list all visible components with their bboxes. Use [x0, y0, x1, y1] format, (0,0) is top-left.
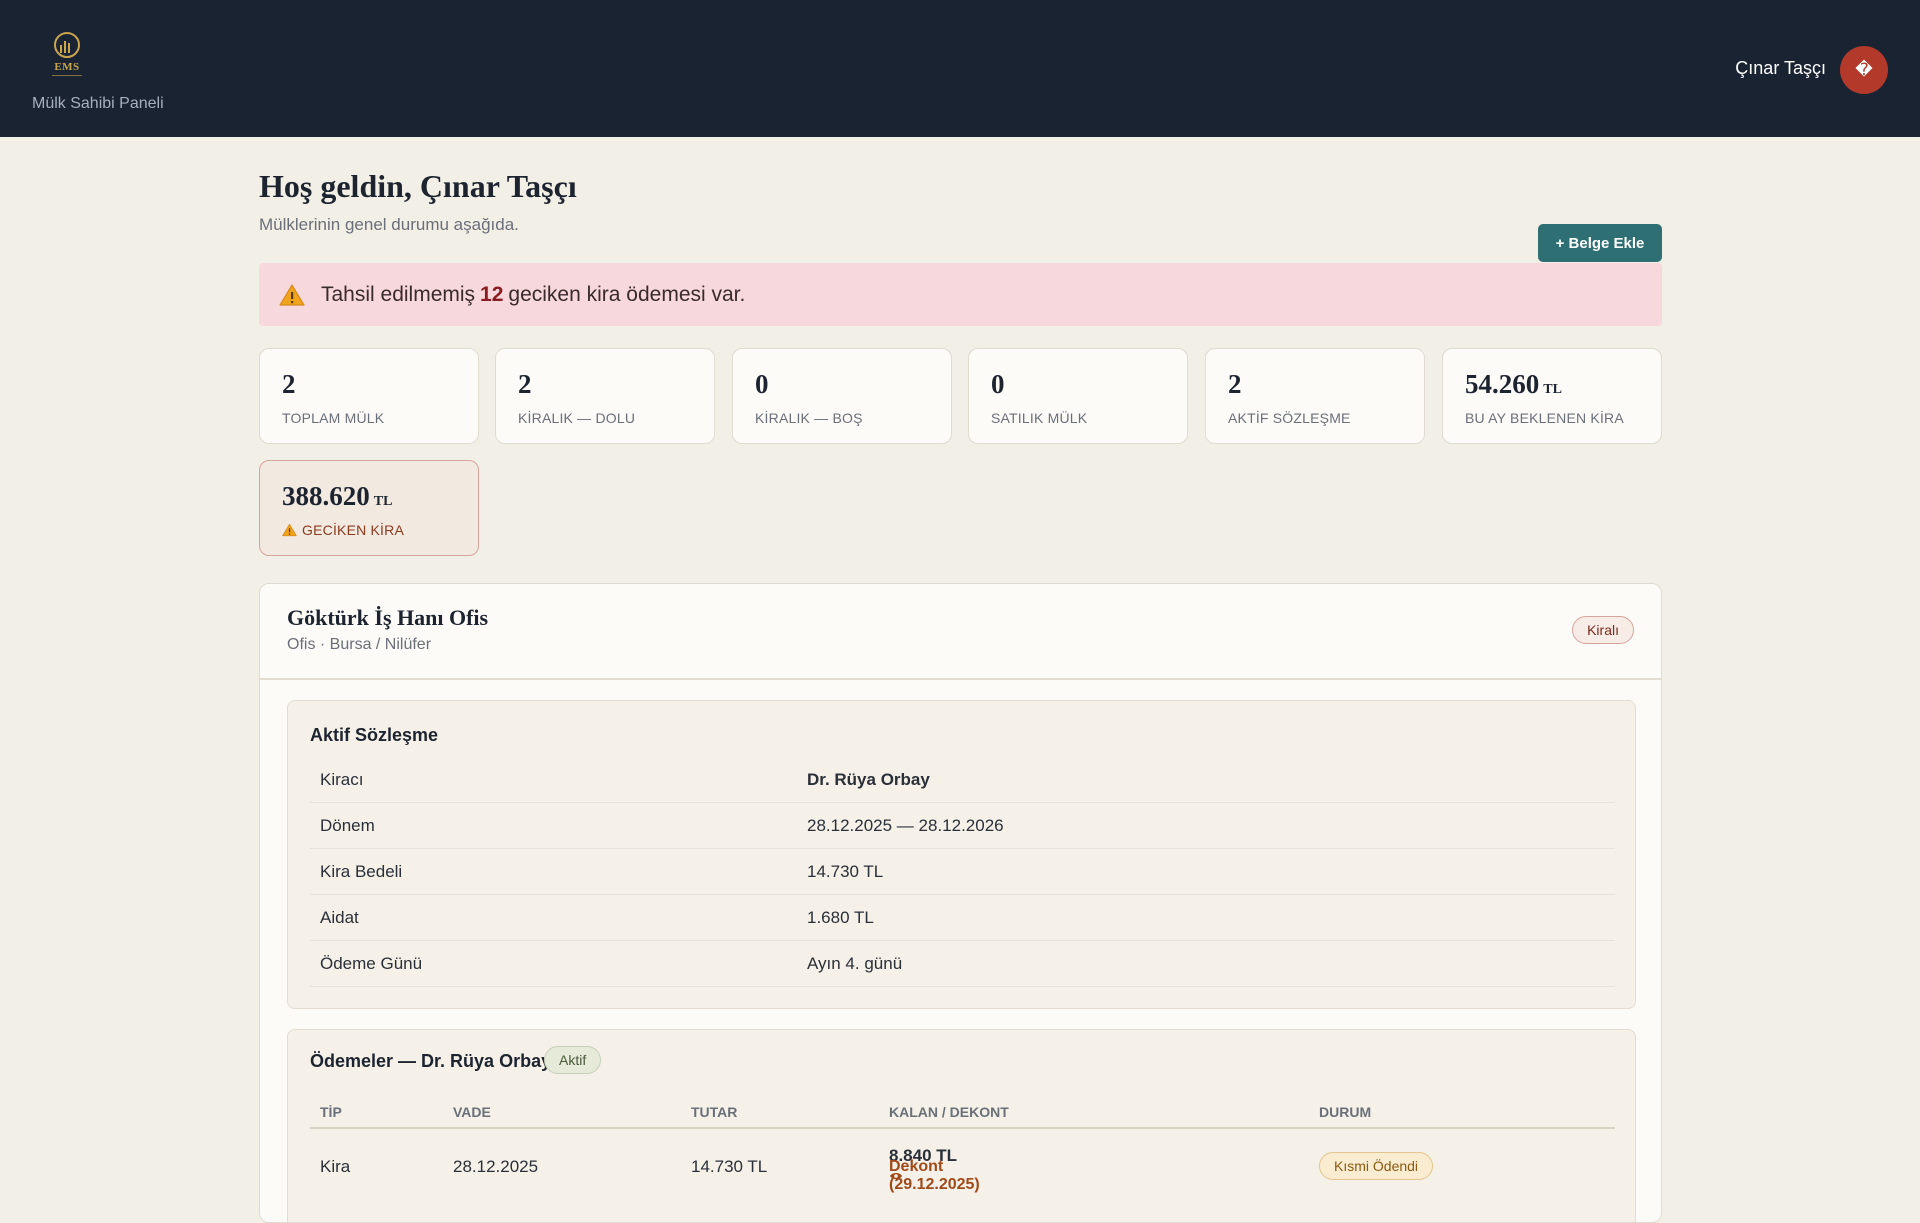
- warning-icon: [282, 523, 297, 537]
- column-header-amount: TUTAR: [691, 1104, 738, 1120]
- row-value: 1.680 TL: [807, 908, 874, 927]
- receipt-link[interactable]: Dekont (29.12.2025): [889, 1158, 980, 1193]
- contract-row-rent: Kira Bedeli 14.730 TL: [310, 849, 1615, 895]
- contract-row-tenant: Kiracı Dr. Rüya Orbay: [310, 757, 1615, 803]
- cell-due: 28.12.2025: [453, 1157, 539, 1176]
- row-value: Dr. Rüya Orbay: [807, 770, 930, 789]
- stat-value: 0: [755, 369, 769, 399]
- stat-unit: TL: [1543, 382, 1562, 397]
- row-key: Kira Bedeli: [320, 862, 403, 881]
- stat-unit: TL: [373, 494, 393, 509]
- payments-table-header: TİP VADE TUTAR KALAN / DEKONT DURUM: [310, 1092, 1615, 1129]
- stat-value: 0: [991, 369, 1005, 399]
- ems-logo[interactable]: EMS: [48, 30, 86, 78]
- column-header-remaining: KALAN / DEKONT: [889, 1104, 1009, 1120]
- active-contract-section: Aktif Sözleşme Kiracı Dr. Rüya Orbay Dön…: [287, 700, 1636, 1009]
- stat-label: AKTİF SÖZLEŞME: [1228, 410, 1351, 426]
- column-header-due: VADE: [453, 1104, 491, 1120]
- logo-text: EMS: [54, 61, 80, 73]
- table-row: Kira 28.12.2025 14.730 TL 8.840 TL Dekon…: [310, 1132, 1615, 1202]
- row-key: Kiracı: [320, 770, 364, 789]
- stat-card-for-sale: 0 SATILIK MÜLK: [968, 348, 1188, 444]
- user-avatar-button[interactable]: �: [1840, 46, 1888, 94]
- property-card: Göktürk İş Hanı Ofis Ofis · Bursa / Nilü…: [259, 583, 1662, 1223]
- alert-suffix: geciken kira ödemesi var.: [508, 282, 746, 306]
- stat-card-total-properties: 2 TOPLAM MÜLK: [259, 348, 479, 444]
- payments-status-badge: Aktif: [544, 1046, 602, 1074]
- contract-row-dues: Aidat 1.680 TL: [310, 895, 1615, 941]
- stat-label: BU AY BEKLENEN KİRA: [1465, 410, 1624, 426]
- row-key: Ödeme Günü: [320, 954, 423, 973]
- warning-icon: [279, 283, 305, 306]
- row-key: Dönem: [320, 816, 375, 835]
- stat-value: 2: [282, 369, 296, 399]
- row-key: Aidat: [320, 908, 359, 927]
- panel-label: Mülk Sahibi Paneli: [32, 95, 164, 112]
- payment-status-badge: Kısmi Ödendi: [1319, 1152, 1434, 1180]
- stat-value: 388.620: [282, 481, 370, 511]
- receipt-label: Dekont (29.12.2025): [889, 1158, 980, 1193]
- property-meta: Ofis · Bursa / Nilüfer: [287, 636, 432, 653]
- user-name[interactable]: Çınar Taşçı: [1735, 58, 1826, 79]
- payments-section: Ödemeler — Dr. Rüya Orbay Aktif TİP VADE…: [287, 1029, 1636, 1222]
- logo-underline: [52, 75, 82, 76]
- stat-value: 2: [518, 369, 532, 399]
- stat-value: 2: [1228, 369, 1242, 399]
- cell-amount: 14.730 TL: [691, 1157, 768, 1176]
- cell-type: Kira: [320, 1157, 351, 1176]
- alert-count: 12: [480, 282, 504, 306]
- cell-remaining: 8.840 TL Dekont (29.12.2025): [889, 1146, 980, 1193]
- stat-label: TOPLAM MÜLK: [282, 410, 385, 426]
- stat-label: GECİKEN KİRA: [302, 522, 404, 538]
- overdue-alert: Tahsil edilmemiş 12 geciken kira ödemesi…: [259, 263, 1662, 326]
- row-value: Ayın 4. günü: [807, 954, 903, 973]
- row-value: 14.730 TL: [807, 862, 884, 881]
- property-header[interactable]: Göktürk İş Hanı Ofis Ofis · Bursa / Nilü…: [260, 584, 1661, 680]
- stat-card-active-contracts: 2 AKTİF SÖZLEŞME: [1205, 348, 1425, 444]
- property-status-badge: Kiralı: [1572, 616, 1634, 644]
- stat-card-rented-occupied: 2 KİRALIK — DOLU: [495, 348, 715, 444]
- payments-title: Ödemeler — Dr. Rüya Orbay: [310, 1051, 552, 1071]
- contract-title: Aktif Sözleşme: [310, 725, 439, 745]
- page-title: Hoş geldin, Çınar Taşçı: [259, 168, 577, 204]
- stat-label: KİRALIK — DOLU: [518, 410, 636, 426]
- column-header-status: DURUM: [1319, 1104, 1372, 1120]
- alert-prefix: Tahsil edilmemiş: [321, 282, 476, 306]
- column-header-type: TİP: [320, 1104, 342, 1120]
- top-navbar: EMS Mülk Sahibi Paneli Çınar Taşçı �: [0, 0, 1920, 137]
- stat-card-expected-rent: 54.260 TL BU AY BEKLENEN KİRA: [1442, 348, 1662, 444]
- stat-label: SATILIK MÜLK: [991, 410, 1088, 426]
- stat-card-overdue-rent: 388.620 TL GECİKEN KİRA: [259, 460, 479, 556]
- row-value: 28.12.2025 — 28.12.2026: [807, 816, 1004, 835]
- property-title: Göktürk İş Hanı Ofis: [287, 605, 489, 630]
- building-icon: [60, 39, 74, 53]
- stat-label: KİRALIK — BOŞ: [755, 410, 863, 426]
- contract-row-period: Dönem 28.12.2025 — 28.12.2026: [310, 803, 1615, 849]
- stat-value: 54.260: [1465, 369, 1540, 399]
- add-document-button[interactable]: + Belge Ekle: [1538, 224, 1662, 262]
- page-subtitle: Mülklerinin genel durumu aşağıda.: [259, 215, 519, 234]
- stat-card-rented-vacant: 0 KİRALIK — BOŞ: [732, 348, 952, 444]
- contract-row-payment-day: Ödeme Günü Ayın 4. günü: [310, 941, 1615, 987]
